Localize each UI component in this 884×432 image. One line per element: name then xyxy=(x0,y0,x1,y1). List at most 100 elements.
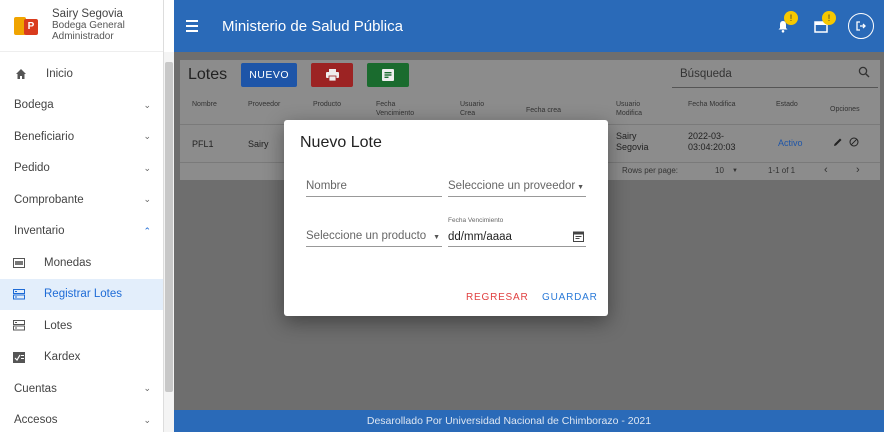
sidebar-item-beneficiario[interactable]: Beneficiario ⌄ xyxy=(0,121,163,153)
prev-page-icon[interactable]: ‹ xyxy=(824,164,828,176)
search-placeholder: Búsqueda xyxy=(680,68,732,80)
nuevo-lote-dialog: Nuevo Lote Nombre Seleccione un proveedo… xyxy=(284,120,608,316)
chevron-down-icon: ▼ xyxy=(433,234,440,241)
sidebar-item-pedido[interactable]: Pedido ⌄ xyxy=(0,153,163,185)
app-title: Ministerio de Salud Pública xyxy=(222,17,403,35)
storage-icon xyxy=(12,288,26,300)
fecha-vencimiento-label: Fecha Vencimiento xyxy=(448,217,504,224)
cell-fecha-modifica: 2022-03-03:04:20:03 xyxy=(688,131,736,152)
lotes-toolbar: Lotes NUEVO xyxy=(188,62,423,88)
nombre-placeholder: Nombre xyxy=(306,180,347,192)
logout-button[interactable] xyxy=(848,13,874,39)
app-footer: Desarollado Por Universidad Nacional de … xyxy=(174,410,884,432)
home-icon xyxy=(14,68,28,80)
search-input[interactable]: Búsqueda xyxy=(672,62,878,88)
sidebar-item-label: Accesos xyxy=(14,414,58,427)
chevron-down-icon: ⌄ xyxy=(143,131,151,142)
col-fecha-vencimiento[interactable]: Fecha Vencimiento xyxy=(376,100,428,118)
export-excel-button[interactable] xyxy=(367,63,410,87)
sidebar-item-label: Comprobante xyxy=(14,193,84,206)
col-usuario-modifica[interactable]: Usuario Modifica xyxy=(616,100,656,118)
cell-proveedor: Sairy xyxy=(248,139,269,149)
dialog-title: Nuevo Lote xyxy=(300,134,382,151)
col-estado[interactable]: Estado xyxy=(776,100,798,109)
proveedor-placeholder: Seleccione un proveedor xyxy=(448,180,576,192)
sidebar-scroll-thumb[interactable] xyxy=(165,62,173,392)
disable-icon[interactable] xyxy=(849,137,859,150)
cell-usuario-modifica: Sairy Segovia xyxy=(616,131,649,152)
sidebar-item-label: Pedido xyxy=(14,162,50,175)
table-header: Nombre Proveedor Producto Fecha Vencimie… xyxy=(180,96,880,122)
sidebar-item-lotes[interactable]: Lotes xyxy=(0,310,163,342)
col-usuario-crea[interactable]: Usuario Crea xyxy=(460,100,500,118)
col-proveedor[interactable]: Proveedor xyxy=(248,100,280,109)
next-page-icon[interactable]: › xyxy=(856,164,860,176)
calendar-badge: ! xyxy=(822,11,836,25)
sidebar-item-inicio[interactable]: Inicio xyxy=(0,58,163,90)
notification-badge: ! xyxy=(784,11,798,25)
footer-text: Desarollado Por Universidad Nacional de … xyxy=(366,415,652,427)
calendar-button[interactable]: ! xyxy=(806,11,836,41)
new-lote-button[interactable]: NUEVO xyxy=(241,63,298,87)
fecha-vencimiento-field[interactable]: Fecha Vencimiento dd/mm/aaaa xyxy=(448,217,586,247)
kardex-icon xyxy=(12,351,26,363)
sidebar-item-kardex[interactable]: Kardex xyxy=(0,342,163,374)
chevron-down-icon: ⌄ xyxy=(143,162,151,173)
sidebar-item-label: Beneficiario xyxy=(14,130,75,143)
col-opciones[interactable]: Opciones xyxy=(830,105,860,114)
rows-per-page-select[interactable]: 10 xyxy=(715,166,724,175)
sidebar-item-label: Cuentas xyxy=(14,382,57,395)
notifications-button[interactable]: ! xyxy=(768,11,798,41)
menu-icon[interactable] xyxy=(186,20,208,32)
fecha-vencimiento-value: dd/mm/aaaa xyxy=(448,231,512,243)
nombre-field[interactable]: Nombre xyxy=(306,175,442,197)
printer-icon xyxy=(325,69,339,81)
regresar-button[interactable]: REGRESAR xyxy=(466,292,529,303)
edit-icon[interactable] xyxy=(833,137,843,150)
col-fecha-crea[interactable]: Fecha crea xyxy=(526,106,561,115)
logout-icon xyxy=(856,21,866,31)
col-producto[interactable]: Producto xyxy=(313,100,341,109)
sidebar-item-label: Registrar Lotes xyxy=(44,288,122,301)
rows-per-page-label: Rows per page: xyxy=(622,166,679,175)
chevron-down-icon: ⌄ xyxy=(143,194,151,205)
storage-icon xyxy=(12,320,26,331)
user-org: Bodega General xyxy=(52,20,125,31)
chevron-down-icon: ⌄ xyxy=(143,99,151,110)
guardar-button[interactable]: GUARDAR xyxy=(542,292,598,303)
proveedor-select[interactable]: Seleccione un proveedor ▼ xyxy=(448,175,586,197)
chevron-down-icon: ▼ xyxy=(732,168,738,174)
app-header: Ministerio de Salud Pública ! ! xyxy=(174,0,884,52)
producto-placeholder: Seleccione un producto xyxy=(306,230,427,242)
sidebar-item-accesos[interactable]: Accesos ⌄ xyxy=(0,405,163,432)
spreadsheet-icon xyxy=(382,69,395,81)
sidebar-item-bodega[interactable]: Bodega ⌄ xyxy=(0,90,163,122)
app-logo: P xyxy=(14,15,40,37)
sidebar-item-registrar-lotes[interactable]: Registrar Lotes xyxy=(0,278,163,310)
cell-nombre: PFL1 xyxy=(192,139,214,149)
status-badge: Activo xyxy=(778,138,803,148)
sidebar-item-label: Inicio xyxy=(46,67,73,80)
user-role: Administrador xyxy=(52,31,114,42)
sidebar-item-inventario[interactable]: Inventario ⌃ xyxy=(0,216,163,248)
user-panel: P Sairy Segovia Bodega General Administr… xyxy=(0,0,163,52)
search-icon xyxy=(858,66,870,78)
chevron-down-icon: ⌄ xyxy=(143,383,151,394)
money-icon xyxy=(12,257,26,268)
pagination-range: 1-1 of 1 xyxy=(768,166,796,175)
sidebar-item-comprobante[interactable]: Comprobante ⌄ xyxy=(0,184,163,216)
sidebar-item-label: Monedas xyxy=(44,256,92,269)
sidebar-item-label: Lotes xyxy=(44,319,73,332)
sidebar-item-label: Bodega xyxy=(14,99,54,112)
producto-select[interactable]: Seleccione un producto ▼ xyxy=(306,225,442,247)
col-fecha-modifica[interactable]: Fecha Modifica xyxy=(688,100,735,109)
calendar-icon[interactable] xyxy=(573,231,584,242)
sidebar-item-monedas[interactable]: Monedas xyxy=(0,247,163,279)
print-pdf-button[interactable] xyxy=(311,63,354,87)
sidebar-item-cuentas[interactable]: Cuentas ⌄ xyxy=(0,373,163,405)
col-nombre[interactable]: Nombre xyxy=(192,100,217,109)
sidebar: P Sairy Segovia Bodega General Administr… xyxy=(0,0,164,432)
page-title: Lotes xyxy=(188,66,228,83)
sidebar-item-label: Kardex xyxy=(44,351,81,364)
chevron-up-icon: ⌃ xyxy=(143,225,151,236)
